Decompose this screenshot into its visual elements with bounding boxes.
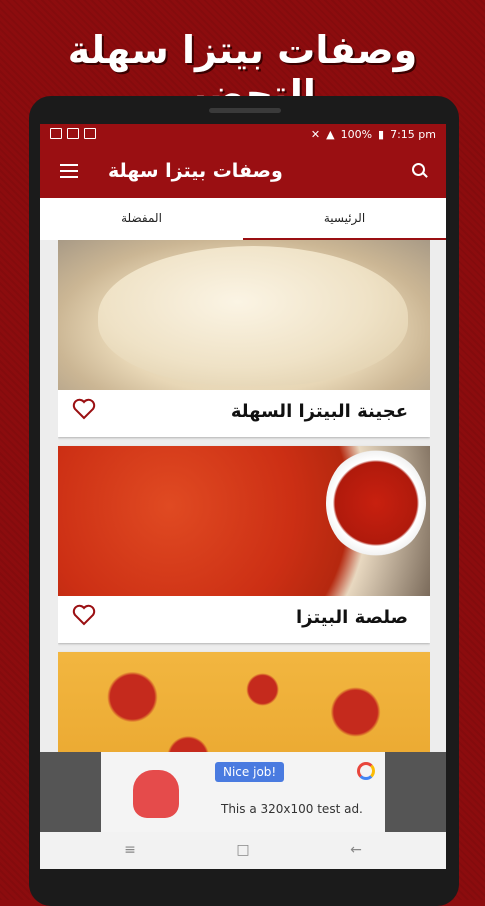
phone-frame: ✕ ▲ 100% ▮ 7:15 pm وصفات بيتزا سهلة المف…: [29, 96, 459, 906]
ad-mascot-image: [133, 770, 179, 818]
tab-home[interactable]: الرئيسية: [243, 198, 446, 240]
tab-bar: المفضلة الرئيسية: [40, 198, 446, 240]
recipe-title: عجينة البيتزا السهلة: [230, 401, 408, 422]
ad-content[interactable]: Nice job! This a 320x100 test ad.: [101, 752, 385, 832]
favorite-heart-icon[interactable]: [72, 604, 96, 626]
ad-badge: Nice job!: [215, 762, 285, 782]
tab-favorites[interactable]: المفضلة: [40, 198, 243, 240]
app-bar: وصفات بيتزا سهلة: [40, 146, 446, 198]
ad-banner[interactable]: Nice job! This a 320x100 test ad.: [40, 752, 446, 832]
search-icon[interactable]: [412, 163, 428, 178]
recipe-image: [58, 240, 430, 390]
mute-icon: ✕: [310, 128, 321, 141]
recipe-card[interactable]: [58, 652, 430, 752]
recents-icon[interactable]: ≡: [122, 843, 138, 857]
app-title: وصفات بيتزا سهلة: [108, 160, 283, 182]
ad-text: This a 320x100 test ad.: [221, 802, 363, 816]
notification-icon: [84, 128, 96, 139]
notification-icon: [50, 128, 62, 139]
recipe-title: صلصة البيتزا: [296, 607, 408, 628]
recipe-caption: عجينة البيتزا السهلة: [58, 390, 430, 437]
ad-logo-icon: [357, 762, 375, 780]
home-icon[interactable]: □: [235, 843, 251, 857]
status-indicators: ✕ ▲ 100% ▮ 7:15 pm: [311, 128, 436, 141]
phone-screen: ✕ ▲ 100% ▮ 7:15 pm وصفات بيتزا سهلة المف…: [40, 124, 446, 869]
status-bar: ✕ ▲ 100% ▮ 7:15 pm: [40, 124, 446, 146]
favorite-heart-icon[interactable]: [72, 398, 96, 420]
back-icon[interactable]: ←: [348, 843, 364, 857]
battery-icon: ▮: [378, 128, 385, 141]
recipe-image: [58, 446, 430, 596]
status-time: 7:15 pm: [390, 128, 436, 141]
signal-icon: ▲: [326, 128, 335, 141]
recipe-image: [58, 652, 430, 752]
notification-icon: [67, 128, 79, 139]
system-nav-bar: ≡ □ ←: [40, 832, 446, 869]
menu-icon[interactable]: [60, 164, 78, 178]
battery-percent: 100%: [340, 128, 373, 141]
recipe-card[interactable]: صلصة البيتزا: [58, 446, 430, 643]
phone-speaker: [209, 108, 281, 113]
recipe-list[interactable]: عجينة البيتزا السهلة صلصة البيتزا: [58, 240, 430, 752]
recipe-caption: صلصة البيتزا: [58, 596, 430, 643]
notification-icons: [50, 128, 96, 139]
recipe-card[interactable]: عجينة البيتزا السهلة: [58, 240, 430, 437]
